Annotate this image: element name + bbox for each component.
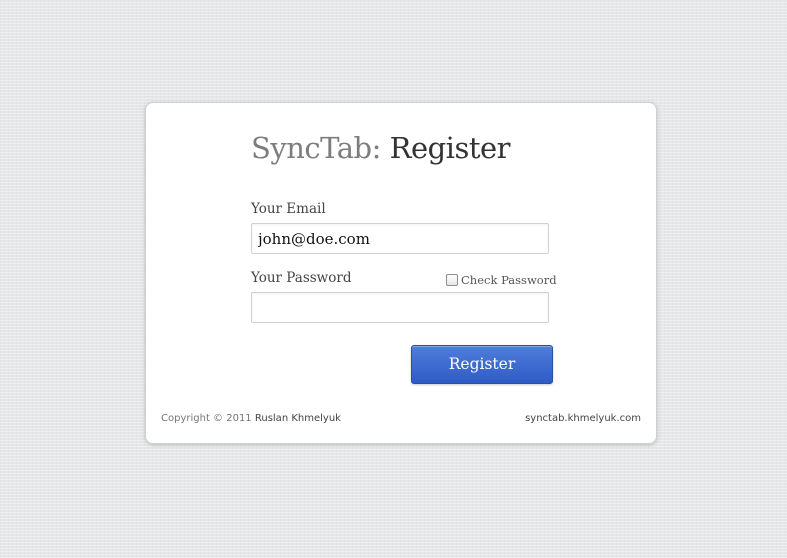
page-title: SyncTab: Register	[251, 131, 511, 165]
register-button[interactable]: Register	[411, 345, 553, 384]
footer-site-link[interactable]: synctab.khmelyuk.com	[525, 413, 641, 424]
register-card: SyncTab: Register Your Email Your Passwo…	[145, 102, 657, 444]
page-name: Register	[389, 131, 511, 165]
password-input[interactable]	[251, 292, 549, 323]
check-password-label[interactable]: Check Password	[461, 273, 557, 287]
check-password-toggle[interactable]: Check Password	[446, 273, 557, 289]
password-label: Your Password	[251, 270, 352, 286]
copyright-text: Copyright © 2011	[161, 413, 252, 424]
author-name: Ruslan Khmelyuk	[254, 413, 341, 424]
email-input[interactable]	[251, 223, 549, 254]
email-label: Your Email	[251, 201, 326, 217]
brand-name: SyncTab:	[251, 131, 381, 165]
check-password-checkbox[interactable]	[446, 274, 458, 286]
footer-copyright: Copyright © 2011 Ruslan Khmelyuk	[161, 413, 341, 424]
